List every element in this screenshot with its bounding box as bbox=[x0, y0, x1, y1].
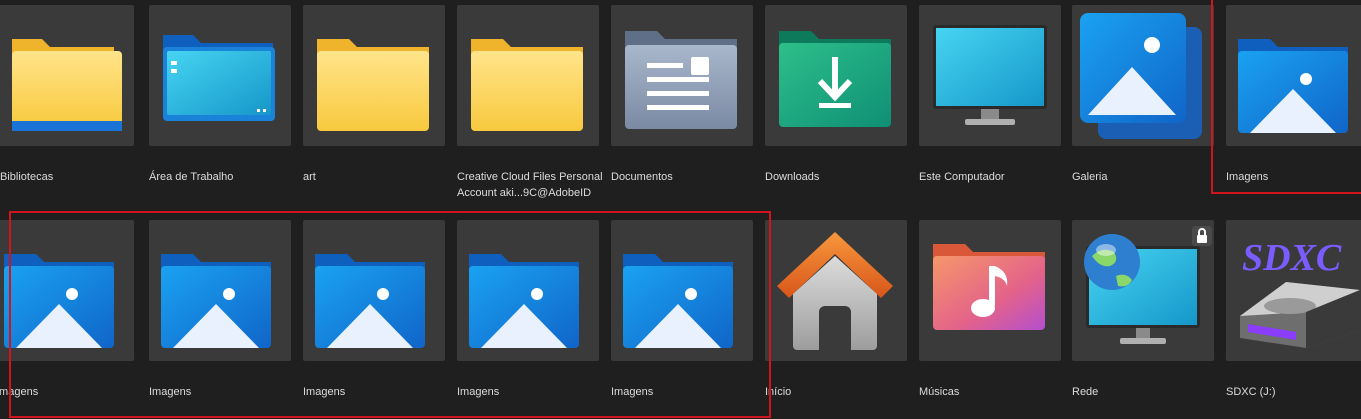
item-label: Documentos bbox=[611, 171, 673, 183]
downloads-folder-icon bbox=[765, 5, 907, 146]
item-label: Imagens bbox=[303, 386, 346, 398]
pictures-folder-icon bbox=[1226, 5, 1361, 146]
library-folder-icon bbox=[0, 5, 134, 146]
desktop-folder-icon bbox=[149, 5, 291, 146]
pictures-folder-icon bbox=[0, 220, 134, 361]
item-label: Imagens bbox=[457, 386, 500, 398]
item-label: Área de Trabalho bbox=[149, 171, 234, 183]
item-label: Início bbox=[765, 386, 792, 398]
pictures-folder-icon bbox=[149, 220, 291, 361]
folder-icon bbox=[457, 5, 599, 146]
item-label: Imagens bbox=[149, 386, 192, 398]
folder-icon bbox=[303, 5, 445, 146]
item-label: Imagens bbox=[1226, 171, 1269, 183]
item-label: Galeria bbox=[1072, 171, 1108, 183]
pictures-folder-icon bbox=[611, 220, 753, 361]
home-icon bbox=[765, 220, 907, 361]
item-label: Imagens bbox=[0, 386, 39, 398]
item-label: art bbox=[303, 171, 316, 183]
documents-folder-icon bbox=[611, 5, 753, 146]
item-label: Bibliotecas bbox=[0, 171, 54, 183]
sdxc-badge-text: SDXC bbox=[1242, 237, 1342, 279]
gallery-icon bbox=[1072, 5, 1214, 146]
pictures-folder-icon bbox=[457, 220, 599, 361]
computer-monitor-icon bbox=[919, 5, 1061, 146]
item-label: Este Computador bbox=[919, 171, 1005, 183]
lock-icon bbox=[1192, 226, 1212, 246]
item-label: Creative Cloud Files Personal Account ak… bbox=[457, 171, 603, 199]
item-label: Imagens bbox=[611, 386, 654, 398]
item-label: SDXC (J:) bbox=[1226, 386, 1276, 398]
item-label: Músicas bbox=[919, 386, 960, 398]
music-folder-icon bbox=[919, 220, 1061, 361]
pictures-folder-icon bbox=[303, 220, 445, 361]
network-icon bbox=[1072, 220, 1214, 361]
item-label: Downloads bbox=[765, 171, 820, 183]
sdxc-drive-icon: SDXC bbox=[1226, 220, 1361, 361]
item-label: Rede bbox=[1072, 386, 1099, 398]
